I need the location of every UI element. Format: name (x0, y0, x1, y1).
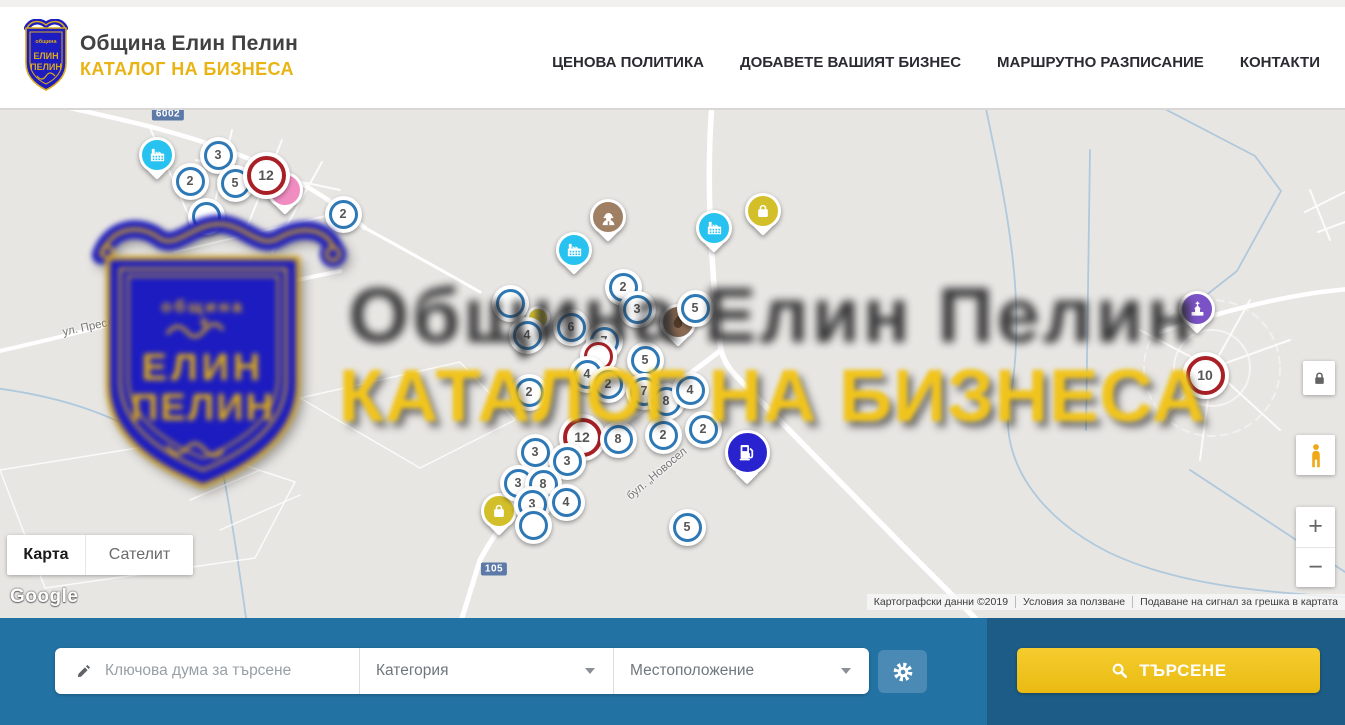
cluster-count: 4 (672, 372, 709, 409)
zoom-control: + − (1296, 507, 1335, 587)
main-nav: ЦЕНОВА ПОЛИТИКА ДОБАВЕТЕ ВАШИЯТ БИЗНЕС М… (552, 14, 1320, 110)
factory-marker[interactable] (696, 210, 732, 246)
map-attribution: Картографски данни ©2019 Условия за полз… (867, 594, 1345, 610)
lock-icon (1311, 370, 1328, 387)
category-dropdown-value: Категория (376, 662, 448, 680)
map-canvas[interactable]: 3251222356745422784128223338345106002105… (0, 110, 1345, 618)
map-cluster[interactable] (515, 507, 552, 544)
map-cluster[interactable]: 3 (619, 291, 656, 328)
chevron-down-icon (585, 668, 595, 674)
map-cluster[interactable]: 2 (685, 411, 722, 448)
header: община ЕЛИН ПЕЛИН Община Елин Пелин КАТА… (0, 0, 1345, 110)
attribution-terms-link[interactable]: Условия за ползване (1015, 596, 1132, 608)
google-logo[interactable]: Google (10, 586, 78, 608)
road-number-badge: 105 (481, 563, 507, 576)
category-dropdown[interactable]: Категория (360, 648, 614, 694)
search-bar: Категория Местоположение (0, 618, 1345, 725)
worker-marker[interactable] (590, 199, 626, 235)
map-cluster[interactable]: 10 (1182, 352, 1229, 399)
municipality-shield-icon: община ЕЛИН ПЕЛИН (22, 19, 70, 93)
map-cluster[interactable]: 2 (172, 163, 209, 200)
map-cluster[interactable]: 5 (677, 290, 714, 327)
chevron-down-icon (841, 668, 851, 674)
factory-marker[interactable] (139, 137, 175, 173)
logo-text: Община Елин Пелин КАТАЛОГ НА БИЗНЕСА (80, 32, 298, 80)
bag-marker[interactable] (745, 193, 781, 229)
pegman-icon (1307, 442, 1325, 469)
lock-control-button[interactable] (1303, 361, 1335, 395)
cluster-count: 2 (172, 163, 209, 200)
page: община ЕЛИН ПЕЛИН Община Елин Пелин КАТА… (0, 0, 1345, 725)
gear-icon (892, 661, 914, 683)
cluster-count: 4 (509, 317, 546, 354)
map-cluster[interactable]: 4 (548, 484, 585, 521)
nav-item-contacts[interactable]: КОНТАКТИ (1240, 54, 1320, 71)
map-cluster[interactable]: 8 (600, 421, 637, 458)
pin-circle (590, 199, 626, 235)
cluster-count: 3 (619, 291, 656, 328)
search-panel: Категория Местоположение (55, 648, 869, 694)
keyword-search-input[interactable] (103, 661, 359, 681)
cluster-count: 12 (243, 152, 290, 199)
cluster-count: 2 (325, 196, 362, 233)
nav-item-bus-schedule[interactable]: МАРШРУТНО РАЗПИСАНИЕ (997, 54, 1204, 71)
factory-marker[interactable] (556, 232, 592, 268)
cluster-count: 5 (669, 509, 706, 546)
map-cluster[interactable]: 12 (243, 152, 290, 199)
road-number-badge: 6002 (152, 110, 184, 121)
pin-circle (556, 232, 592, 268)
search-icon (1110, 661, 1129, 680)
pin-circle (745, 193, 781, 229)
search-button[interactable]: ТЪРСЕНЕ (1017, 648, 1320, 693)
map-type-map-button[interactable]: Карта (7, 535, 85, 575)
cluster-count: 2 (645, 417, 682, 454)
site-title: Община Елин Пелин (80, 32, 298, 56)
street-view-pegman-button[interactable] (1296, 435, 1335, 475)
nav-item-add-business[interactable]: ДОБАВЕТЕ ВАШИЯТ БИЗНЕС (740, 54, 961, 71)
map-cluster[interactable]: 4 (509, 317, 546, 354)
keyword-section (55, 648, 360, 694)
svg-text:ПЕЛИН: ПЕЛИН (30, 62, 62, 72)
search-button-label: ТЪРСЕНЕ (1139, 661, 1227, 681)
church-marker[interactable] (1179, 291, 1215, 327)
map-cluster[interactable]: 2 (645, 417, 682, 454)
cluster-count: 4 (548, 484, 585, 521)
cluster-count: 2 (685, 411, 722, 448)
attribution-report-link[interactable]: Подаване на сигнал за грешка в картата (1132, 596, 1345, 608)
map-cluster[interactable]: 5 (669, 509, 706, 546)
location-dropdown-value: Местоположение (630, 662, 754, 680)
pin-circle (139, 137, 175, 173)
map-cluster[interactable] (188, 198, 225, 235)
pin-circle (725, 430, 770, 475)
pencil-icon (75, 662, 93, 680)
map-type-control: Карта Сателит (7, 535, 193, 575)
advanced-settings-button[interactable] (878, 650, 927, 693)
attribution-copyright: Картографски данни ©2019 (867, 596, 1015, 608)
cluster-count: 2 (590, 366, 627, 403)
zoom-in-button[interactable]: + (1296, 507, 1335, 548)
location-dropdown[interactable]: Местоположение (614, 648, 869, 694)
site-logo[interactable]: община ЕЛИН ПЕЛИН Община Елин Пелин КАТА… (22, 19, 298, 93)
cluster-count: 8 (600, 421, 637, 458)
svg-text:община: община (35, 38, 57, 45)
zoom-out-button[interactable]: − (1296, 548, 1335, 588)
cluster-count (515, 507, 552, 544)
map-cluster[interactable]: 4 (672, 372, 709, 409)
cluster-count (188, 198, 225, 235)
cluster-count: 10 (1182, 352, 1229, 399)
cluster-count: 2 (511, 374, 548, 411)
pin-circle (696, 210, 732, 246)
map-type-satellite-button[interactable]: Сателит (85, 535, 193, 575)
site-subtitle: КАТАЛОГ НА БИЗНЕСА (80, 59, 298, 80)
map-cluster[interactable]: 2 (590, 366, 627, 403)
map-cluster[interactable]: 2 (325, 196, 362, 233)
map-cluster[interactable]: 2 (511, 374, 548, 411)
fuel-marker[interactable] (725, 430, 770, 475)
cluster-count: 5 (677, 290, 714, 327)
pin-circle (1179, 291, 1215, 327)
nav-item-pricing[interactable]: ЦЕНОВА ПОЛИТИКА (552, 54, 704, 71)
svg-text:ЕЛИН: ЕЛИН (33, 51, 58, 61)
